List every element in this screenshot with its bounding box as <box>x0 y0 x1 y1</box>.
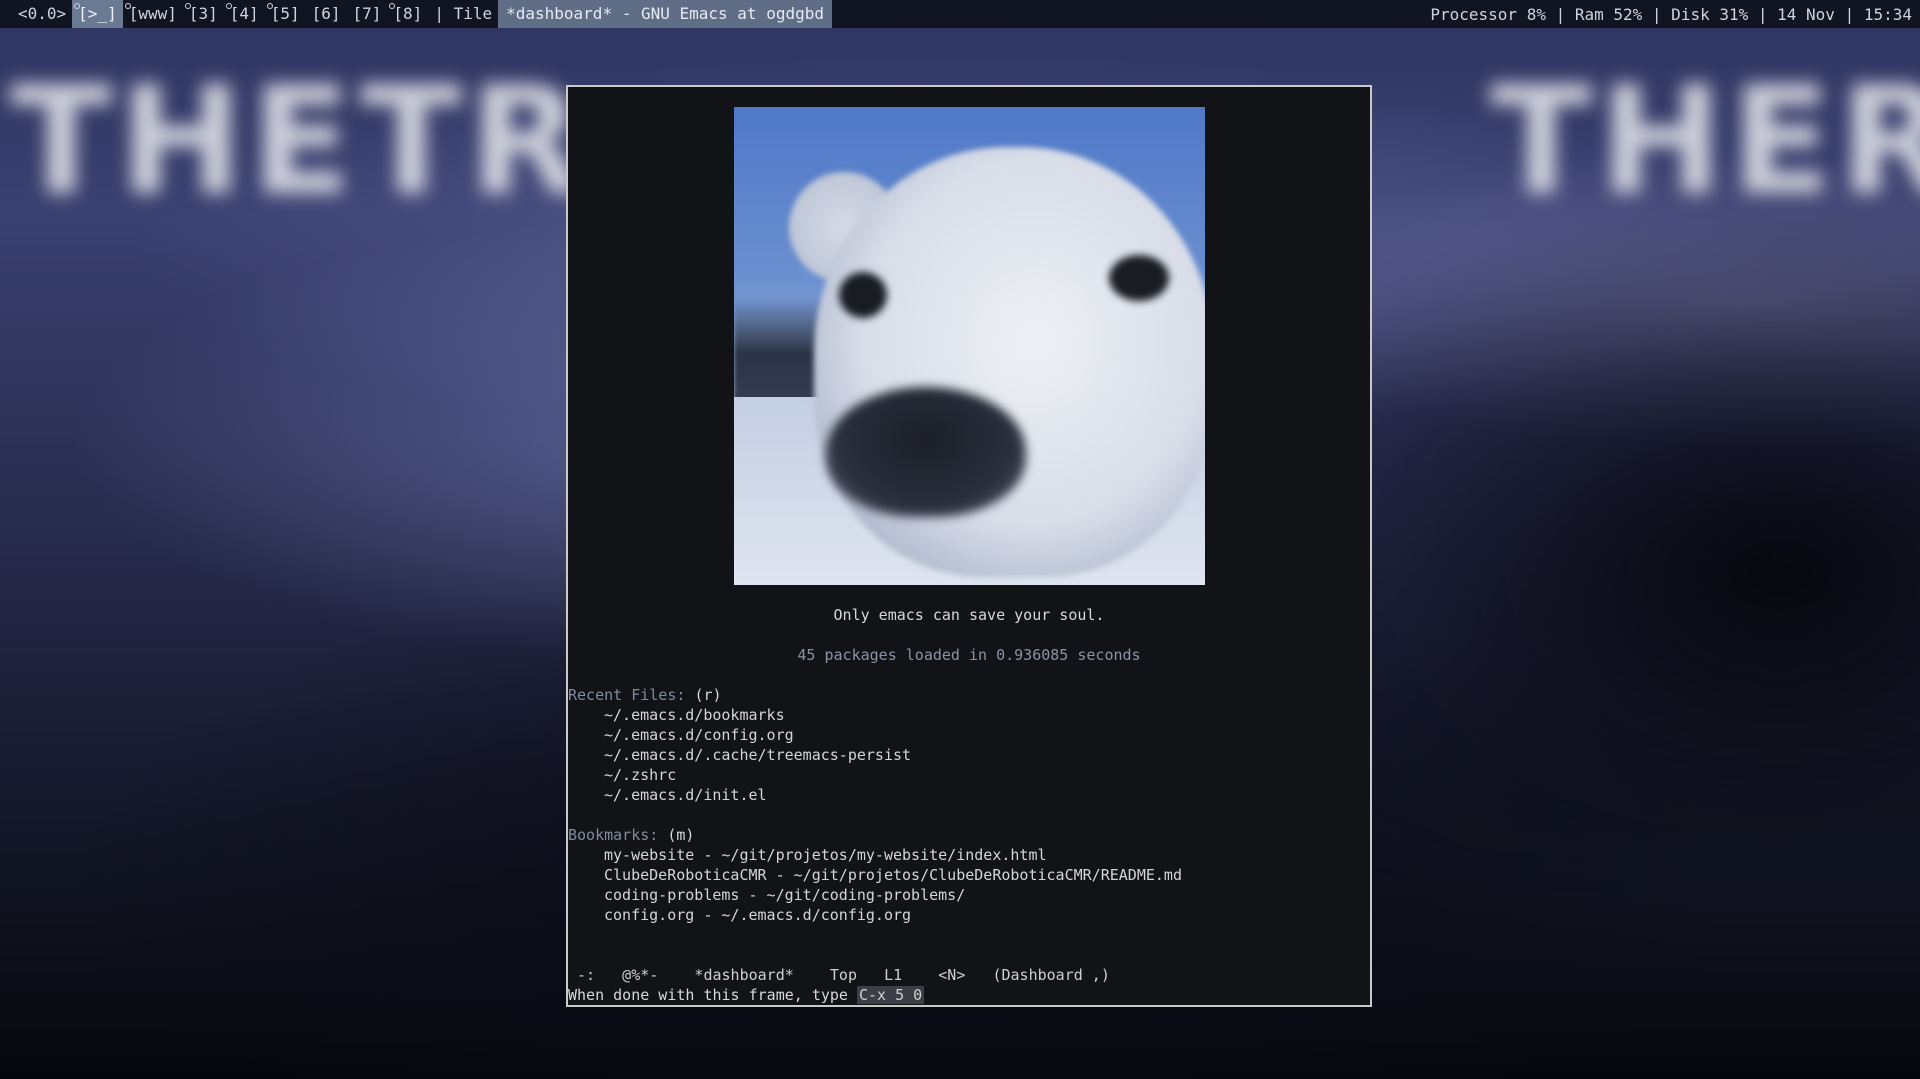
window-title: *dashboard* - GNU Emacs at ogdgbd <box>498 0 832 28</box>
layout-indicator[interactable]: <0.0> <box>0 0 72 28</box>
bookmarks-key: (m) <box>667 826 695 844</box>
dashboard-banner-image <box>734 107 1205 585</box>
workspace-7[interactable]: [7] <box>347 0 388 28</box>
bookmarks-heading[interactable]: Bookmarks: <box>568 826 658 844</box>
bookmark-item[interactable]: my-website - ~/git/projetos/my-website/i… <box>604 845 1047 865</box>
bookmark-item[interactable]: config.org - ~/.emacs.d/config.org <box>604 905 911 925</box>
workspace-www[interactable]: [www] <box>123 0 183 28</box>
recent-files-header: Recent Files: (r) <box>568 685 722 705</box>
recent-file-item[interactable]: ~/.zshrc <box>604 765 676 785</box>
status-bar: <0.0> [>_] [www] [3] [4] [5] [6] [7] [8]… <box>0 0 1920 28</box>
workspace-3[interactable]: [3] <box>183 0 224 28</box>
wallpaper-text-mid: TR <box>360 55 590 229</box>
workspace-4[interactable]: [4] <box>224 0 265 28</box>
echo-area: When done with this frame, type C-x 5 0 <box>568 985 925 1005</box>
banner-bear-nose <box>826 387 1026 517</box>
recent-files-key: (r) <box>694 686 722 704</box>
banner-bear-eye-left <box>839 272 887 318</box>
emacs-frame[interactable]: Only emacs can save your soul. 45 packag… <box>566 85 1372 1007</box>
workspace-5[interactable]: [5] <box>265 0 306 28</box>
layout-name[interactable]: | Tile <box>428 0 498 28</box>
dashboard-load-info: 45 packages loaded in 0.936085 seconds <box>797 646 1141 664</box>
recent-file-item[interactable]: ~/.emacs.d/bookmarks <box>604 705 785 725</box>
wallpaper-text-left: THE <box>10 55 359 229</box>
workspace-1[interactable]: [>_] <box>72 0 123 28</box>
recent-file-item[interactable]: ~/.emacs.d/config.org <box>604 725 794 745</box>
banner-bear-eye-right <box>1109 255 1169 301</box>
recent-files-heading[interactable]: Recent Files: <box>568 686 685 704</box>
echo-keybinding: C-x 5 0 <box>856 986 925 1004</box>
dashboard-tagline: Only emacs can save your soul. <box>833 606 1105 624</box>
workspace-6[interactable]: [6] <box>306 0 347 28</box>
mode-line: -: @%*- *dashboard* Top L1 <N> (Dashboar… <box>568 966 1110 984</box>
recent-file-item[interactable]: ~/.emacs.d/init.el <box>604 785 767 805</box>
banner-bear-head <box>814 147 1205 577</box>
bookmark-item[interactable]: coding-problems - ~/git/coding-problems/ <box>604 885 965 905</box>
system-status: Processor 8% | Ram 52% | Disk 31% | 14 N… <box>1430 4 1912 24</box>
workspace-8[interactable]: [8] <box>387 0 428 28</box>
recent-file-item[interactable]: ~/.emacs.d/.cache/treemacs-persist <box>604 745 911 765</box>
bookmark-item[interactable]: ClubeDeRoboticaCMR - ~/git/projetos/Club… <box>604 865 1182 885</box>
bookmarks-header: Bookmarks: (m) <box>568 825 694 845</box>
echo-message: When done with this frame, type <box>568 986 857 1004</box>
